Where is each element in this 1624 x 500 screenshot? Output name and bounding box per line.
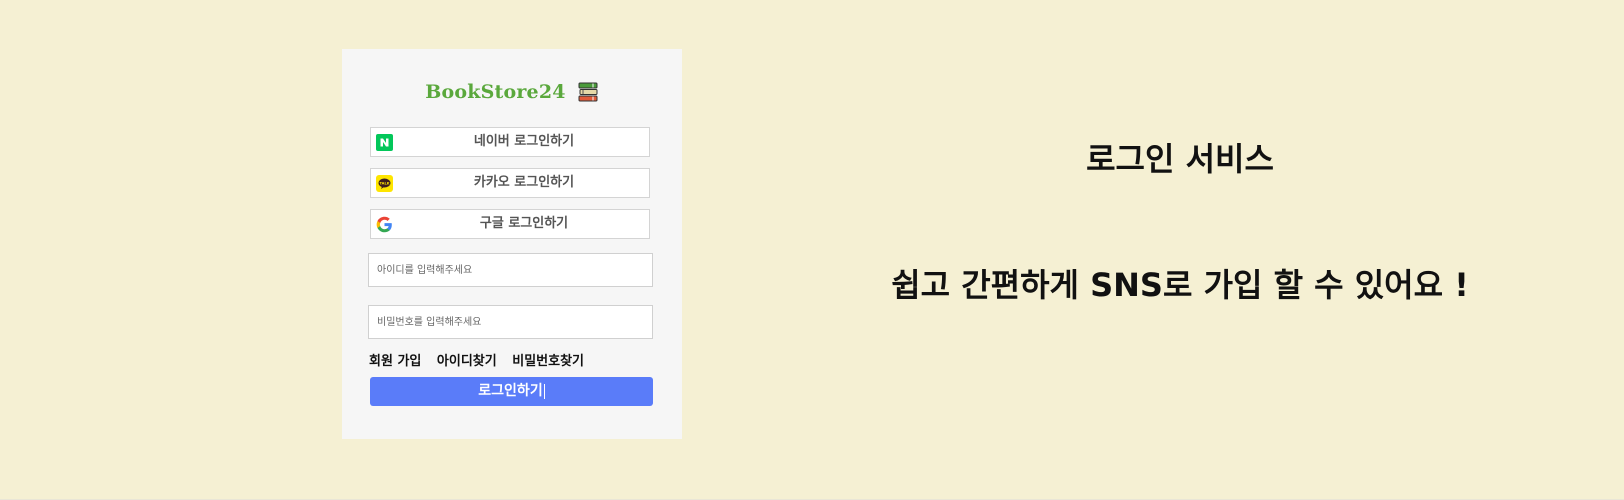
kakao-icon: TALK xyxy=(376,175,393,192)
kakao-login-button[interactable]: TALK 카카오 로그인하기 xyxy=(370,168,650,198)
google-login-button[interactable]: 구글 로그인하기 xyxy=(370,209,650,239)
naver-login-label: 네이버 로그인하기 xyxy=(473,134,575,149)
find-id-link[interactable]: 아이디찾기 xyxy=(437,354,497,369)
google-login-label: 구글 로그인하기 xyxy=(479,216,569,231)
kakao-login-label: 카카오 로그인하기 xyxy=(473,175,575,190)
promo-title: 로그인 서비스 xyxy=(1086,140,1274,178)
signup-link[interactable]: 회원 가입 xyxy=(369,354,421,369)
login-card: BookStore24 네이버 로그인하기 TALK 카카오 로그인하기 구글 … xyxy=(342,49,682,439)
login-button-label: 로그인하기 xyxy=(478,383,543,399)
login-button[interactable]: 로그인하기 xyxy=(370,377,653,406)
password-input[interactable] xyxy=(368,305,653,339)
brand-name: BookStore24 xyxy=(425,81,566,103)
account-links: 회원 가입 아이디찾기 비밀번호찾기 xyxy=(369,350,595,370)
naver-login-button[interactable]: 네이버 로그인하기 xyxy=(370,127,650,157)
google-icon xyxy=(376,216,392,233)
text-cursor xyxy=(543,383,545,399)
promo-subtitle: 쉽고 간편하게 SNS로 가입 할 수 있어요 ! xyxy=(891,266,1469,304)
brand-logo: BookStore24 xyxy=(342,81,682,103)
naver-icon xyxy=(376,134,393,151)
find-password-link[interactable]: 비밀번호찾기 xyxy=(512,354,584,369)
books-icon xyxy=(578,82,598,102)
id-input[interactable] xyxy=(368,253,653,287)
svg-text:TALK: TALK xyxy=(379,181,389,185)
